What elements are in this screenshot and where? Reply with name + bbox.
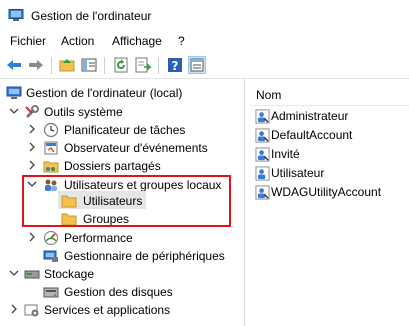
user-icon bbox=[255, 147, 270, 162]
tree-item-label: Performance bbox=[64, 231, 133, 245]
computer-management-icon bbox=[8, 9, 24, 21]
chevron-right-icon[interactable] bbox=[26, 231, 38, 243]
list-item-label: Invité bbox=[271, 147, 300, 161]
forward-arrow-icon[interactable] bbox=[27, 56, 45, 74]
menu-action[interactable]: Action bbox=[59, 34, 96, 48]
tree-item-services-apps[interactable]: Services et applications bbox=[0, 301, 240, 319]
user-icon bbox=[255, 185, 270, 200]
chevron-right-icon[interactable] bbox=[26, 159, 38, 171]
tree-item-root[interactable]: Gestion de l'ordinateur (local) bbox=[0, 84, 240, 102]
device-manager-icon bbox=[43, 250, 58, 262]
toolbar-separator bbox=[51, 57, 52, 74]
tree-item-label: Dossiers partagés bbox=[64, 159, 161, 173]
computer-management-icon bbox=[6, 86, 22, 99]
chevron-right-icon[interactable] bbox=[8, 303, 20, 315]
menu-affichage[interactable]: Affichage bbox=[110, 34, 164, 48]
tree-item-storage[interactable]: Stockage bbox=[0, 265, 240, 283]
chevron-right-icon[interactable] bbox=[26, 123, 38, 135]
tree-item-label: Services et applications bbox=[44, 303, 171, 317]
chevron-down-icon[interactable] bbox=[8, 105, 20, 117]
list-item-label: Administrateur bbox=[271, 109, 349, 123]
up-folder-icon[interactable] bbox=[58, 56, 76, 74]
properties-icon[interactable] bbox=[188, 56, 206, 74]
tree-item-shared-folders[interactable]: Dossiers partagés bbox=[0, 157, 240, 175]
tree-item-system-tools[interactable]: Outils système bbox=[0, 103, 240, 121]
tree-item-label: Gestionnaire de périphériques bbox=[64, 249, 225, 263]
menu-fichier[interactable]: Fichier bbox=[8, 34, 48, 48]
export-list-icon[interactable] bbox=[134, 56, 152, 74]
tree-item-event-viewer[interactable]: Observateur d'événements bbox=[0, 139, 240, 157]
window-title: Gestion de l'ordinateur bbox=[31, 9, 152, 23]
svg-text:?: ? bbox=[172, 59, 179, 73]
show-hide-tree-icon[interactable] bbox=[80, 56, 98, 74]
toolbar-separator bbox=[158, 57, 159, 74]
clock-icon bbox=[43, 122, 59, 138]
user-icon bbox=[255, 128, 270, 143]
user-icon bbox=[255, 166, 270, 181]
tree-item-task-scheduler[interactable]: Planificateur de tâches bbox=[0, 121, 240, 139]
list-item-label: Utilisateur bbox=[271, 166, 325, 180]
list-item-label: WDAGUtilityAccount bbox=[271, 185, 382, 199]
header-divider bbox=[250, 105, 409, 106]
tree-item-label: Planificateur de tâches bbox=[64, 123, 186, 137]
tools-icon bbox=[25, 105, 39, 119]
toolbar-separator bbox=[104, 57, 105, 74]
disk-management-icon bbox=[43, 287, 59, 298]
back-arrow-icon[interactable] bbox=[5, 56, 23, 74]
title-bar: Gestion de l'ordinateur bbox=[0, 0, 409, 32]
event-viewer-icon bbox=[44, 141, 58, 155]
shared-folder-icon bbox=[43, 161, 59, 173]
storage-icon bbox=[24, 270, 40, 279]
tree-item-label: Gestion de l'ordinateur (local) bbox=[26, 86, 183, 100]
chevron-right-icon[interactable] bbox=[26, 141, 38, 153]
tree-item-label: Outils système bbox=[44, 105, 123, 119]
performance-icon bbox=[44, 231, 58, 245]
tree-item-device-manager[interactable]: Gestionnaire de périphériques bbox=[0, 247, 240, 265]
highlight-box bbox=[22, 175, 231, 227]
help-icon[interactable]: ? bbox=[166, 56, 184, 74]
toolbar: ? bbox=[0, 53, 409, 79]
tree-item-performance[interactable]: Performance bbox=[0, 229, 240, 247]
tree-item-label: Gestion des disques bbox=[64, 285, 173, 299]
menu-help[interactable]: ? bbox=[176, 34, 187, 48]
services-icon bbox=[24, 304, 39, 317]
column-header-name[interactable]: Nom bbox=[256, 88, 281, 102]
tree-item-label: Stockage bbox=[44, 267, 95, 281]
user-icon bbox=[255, 109, 270, 124]
refresh-icon[interactable] bbox=[112, 56, 130, 74]
tree-item-disk-management[interactable]: Gestion des disques bbox=[0, 283, 240, 301]
menu-bar: Fichier Action Affichage ? bbox=[0, 32, 409, 52]
tree-item-label: Observateur d'événements bbox=[64, 141, 208, 155]
list-item-label: DefaultAccount bbox=[271, 128, 353, 142]
chevron-down-icon[interactable] bbox=[8, 267, 20, 279]
